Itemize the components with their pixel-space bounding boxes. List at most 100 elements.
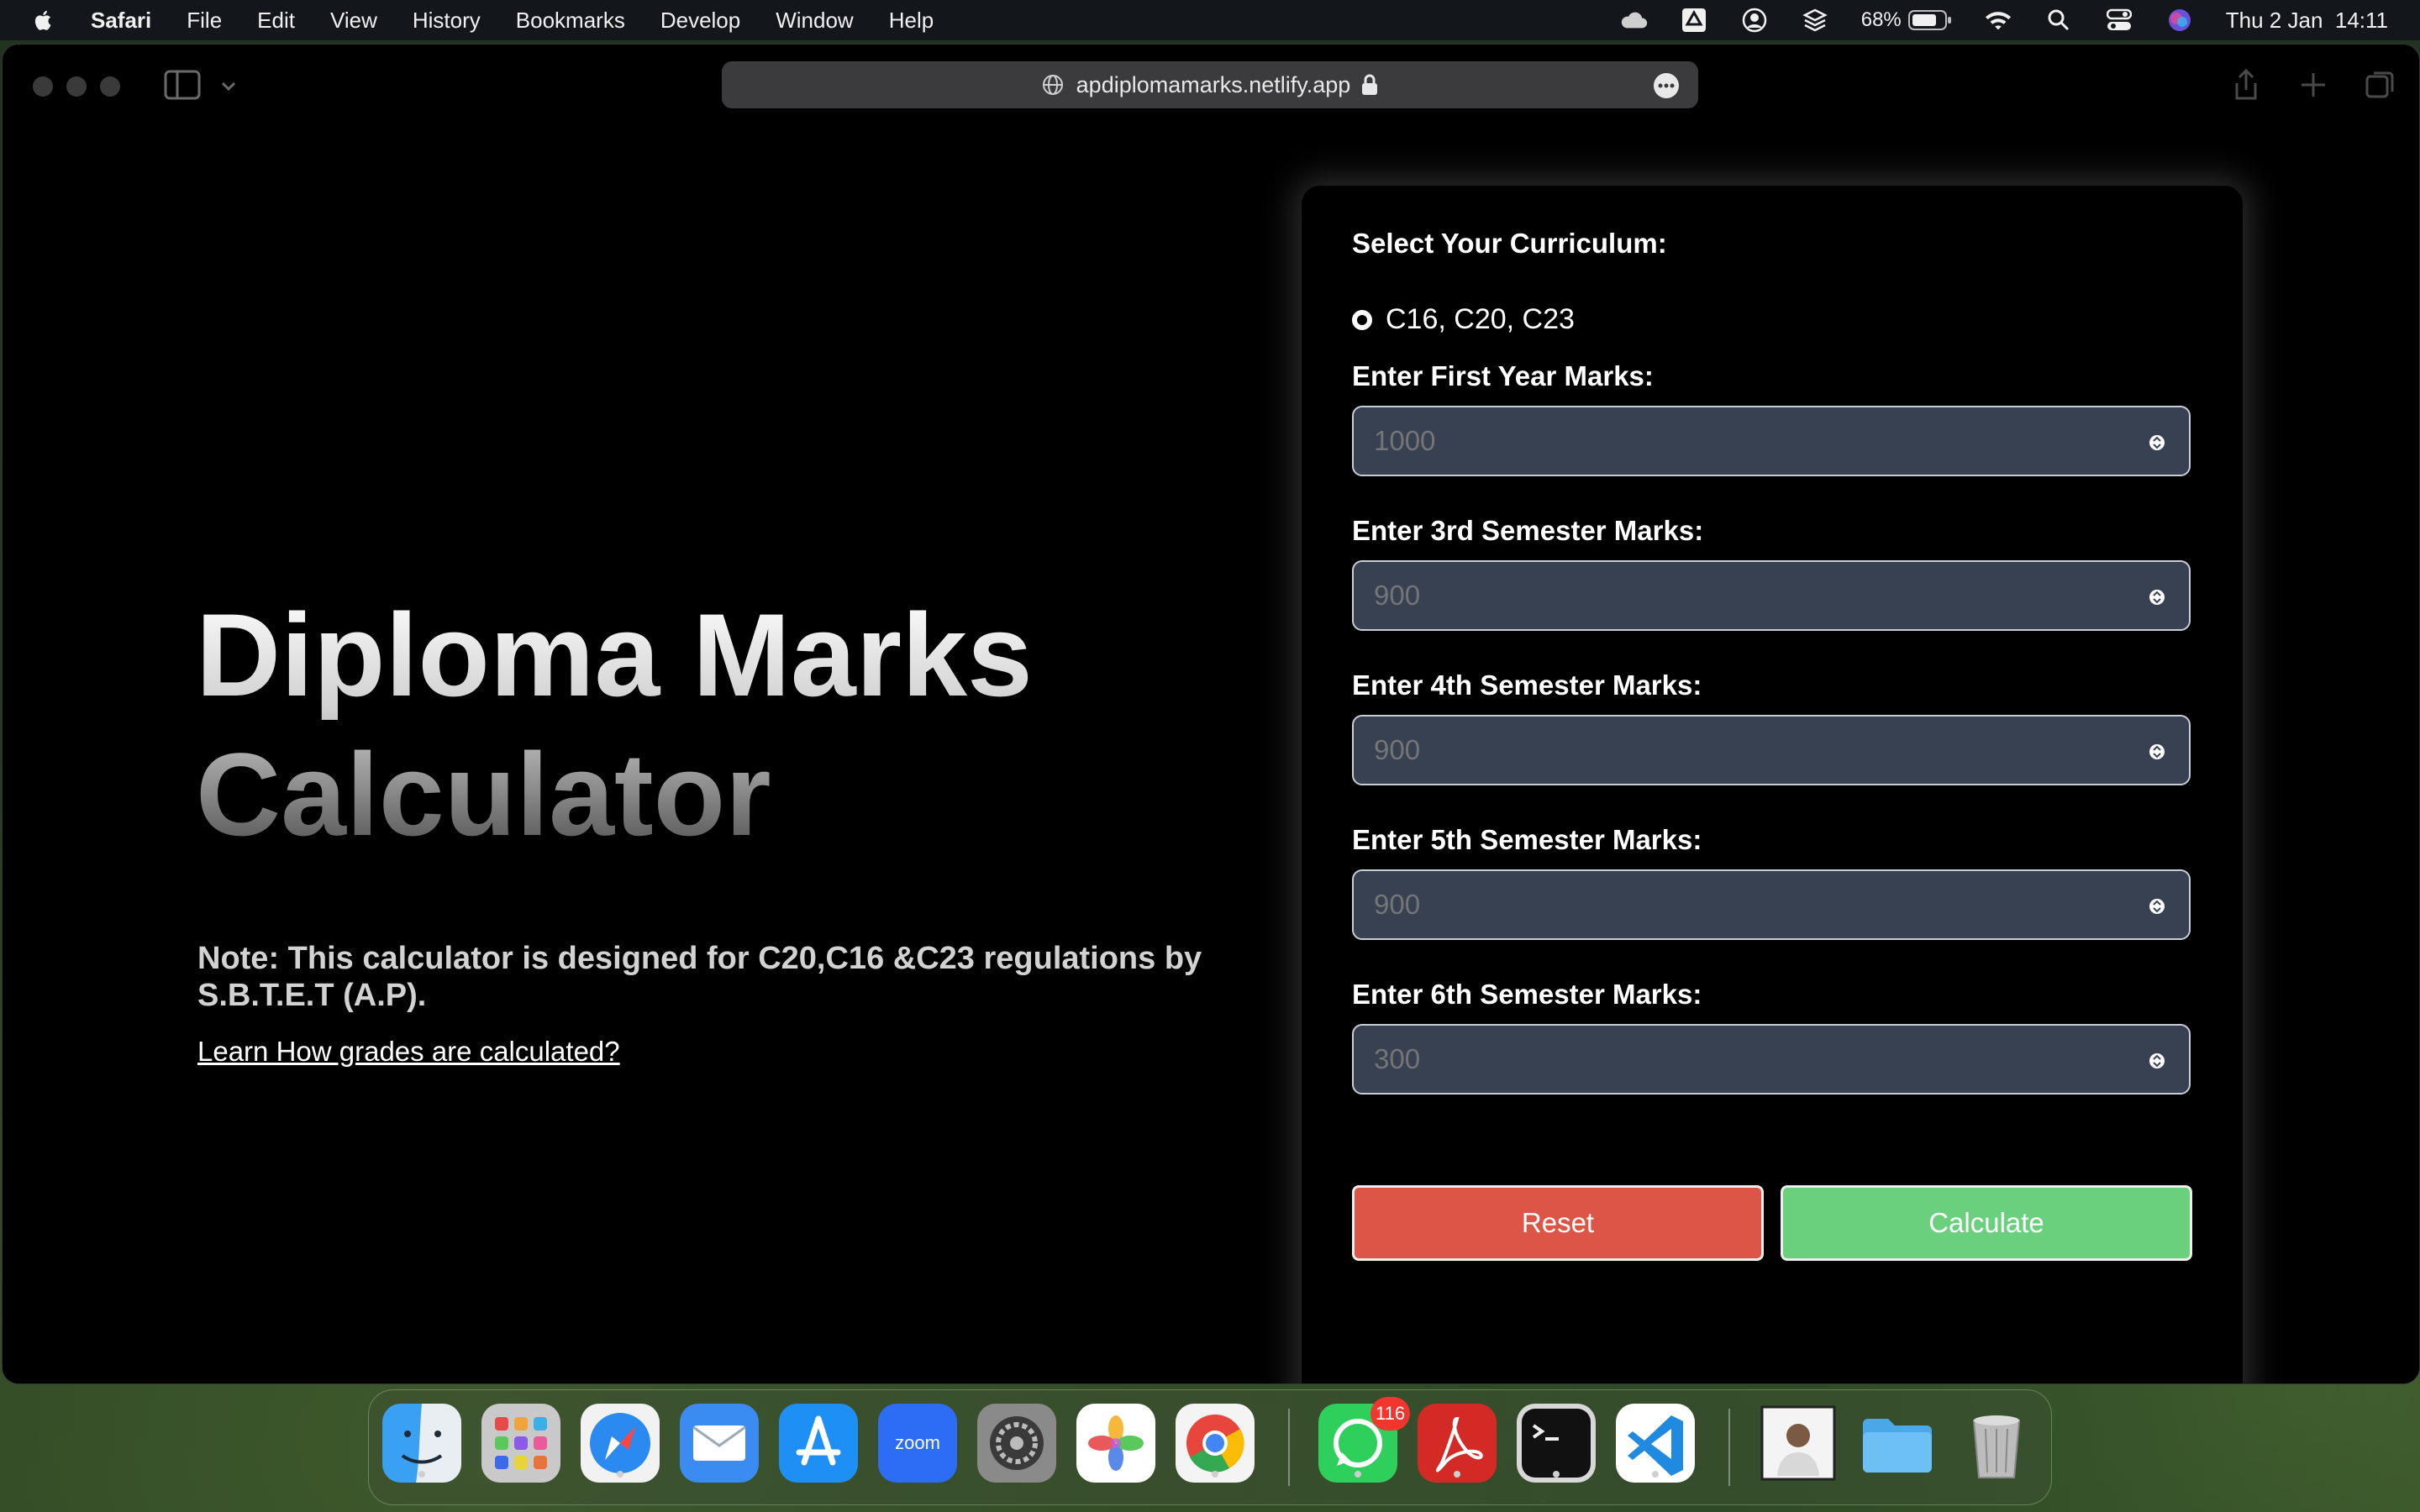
dock-photo-stack[interactable] bbox=[1759, 1404, 1838, 1483]
curriculum-radio[interactable] bbox=[1352, 309, 1372, 330]
sem5-input[interactable] bbox=[1354, 871, 2189, 938]
lock-icon bbox=[1362, 74, 1378, 95]
menu-history[interactable]: History bbox=[413, 8, 481, 34]
dock-finder[interactable] bbox=[382, 1404, 461, 1483]
sem4-field[interactable] bbox=[1352, 715, 2191, 785]
dock-mail[interactable] bbox=[680, 1404, 759, 1483]
sem4-label: Enter 4th Semester Marks: bbox=[1352, 669, 1702, 701]
sem6-input[interactable] bbox=[1354, 1026, 2189, 1093]
stepper-icon[interactable] bbox=[2149, 584, 2165, 611]
zoom-label: zoom bbox=[895, 1432, 940, 1453]
dock-zoom[interactable]: zoom bbox=[878, 1404, 957, 1483]
dock-photos[interactable] bbox=[1076, 1404, 1155, 1483]
browser-toolbar: apdiplomamarks.netlify.app bbox=[3, 45, 2419, 125]
user-account-icon[interactable] bbox=[1740, 6, 1769, 34]
first-year-input[interactable] bbox=[1354, 407, 2189, 475]
curriculum-label: Select Your Curriculum: bbox=[1352, 228, 1667, 259]
launchpad-icon bbox=[481, 1404, 560, 1483]
regulation-note: Note: This calculator is designed for C2… bbox=[197, 941, 1202, 1013]
photos-icon bbox=[1076, 1404, 1155, 1483]
address-bar[interactable]: apdiplomamarks.netlify.app bbox=[722, 61, 1698, 108]
menu-app-name[interactable]: Safari bbox=[91, 8, 151, 34]
dock-trash[interactable] bbox=[1957, 1404, 2036, 1483]
stepper-icon[interactable] bbox=[2149, 893, 2165, 920]
menu-edit[interactable]: Edit bbox=[257, 8, 295, 34]
cloud-icon[interactable] bbox=[1619, 6, 1648, 34]
battery-percentage: 68% bbox=[1860, 8, 1902, 31]
drive-icon[interactable] bbox=[1680, 6, 1708, 34]
mail-icon bbox=[680, 1404, 759, 1483]
siri-icon[interactable] bbox=[2165, 6, 2194, 34]
sem6-field[interactable] bbox=[1352, 1024, 2191, 1095]
running-indicator bbox=[418, 1471, 425, 1478]
apple-menu-icon[interactable] bbox=[30, 7, 57, 34]
gear-icon bbox=[977, 1404, 1056, 1483]
zoom-window-button[interactable] bbox=[100, 76, 120, 97]
minimize-window-button[interactable] bbox=[66, 76, 87, 97]
first-year-field[interactable] bbox=[1352, 406, 2191, 476]
running-indicator bbox=[617, 1471, 623, 1478]
stepper-icon[interactable] bbox=[2149, 429, 2165, 456]
share-icon[interactable] bbox=[2229, 68, 2263, 102]
battery-status[interactable]: 68% bbox=[1861, 8, 1952, 32]
browser-window: apdiplomamarks.netlify.app Diploma Marks… bbox=[2, 44, 2420, 1384]
menu-bookmarks[interactable]: Bookmarks bbox=[516, 8, 625, 34]
menu-view[interactable]: View bbox=[330, 8, 377, 34]
title-line-2: Calculator bbox=[196, 728, 771, 860]
url-text: apdiplomamarks.netlify.app bbox=[1076, 71, 1351, 97]
folder-icon bbox=[1863, 1419, 1932, 1473]
dock-system-settings[interactable] bbox=[977, 1404, 1056, 1483]
running-indicator bbox=[1212, 1471, 1218, 1478]
dock-acrobat[interactable] bbox=[1418, 1404, 1497, 1483]
calculate-button[interactable]: Calculate bbox=[1781, 1185, 2192, 1261]
stepper-icon[interactable] bbox=[2149, 1047, 2165, 1074]
dock-whatsapp[interactable]: 116 bbox=[1318, 1397, 1411, 1483]
spotlight-search-icon[interactable] bbox=[2044, 6, 2073, 34]
sem3-label: Enter 3rd Semester Marks: bbox=[1352, 515, 1704, 546]
control-center-icon[interactable] bbox=[2105, 6, 2133, 34]
menu-develop[interactable]: Develop bbox=[660, 8, 740, 34]
sem3-input[interactable] bbox=[1354, 562, 2189, 629]
dock-chrome[interactable] bbox=[1176, 1404, 1255, 1483]
tab-overview-icon[interactable] bbox=[2364, 68, 2397, 102]
sem4-input[interactable] bbox=[1354, 717, 2189, 784]
reset-button[interactable]: Reset bbox=[1352, 1185, 1764, 1261]
stepper-icon[interactable] bbox=[2149, 738, 2165, 765]
sem5-label: Enter 5th Semester Marks: bbox=[1352, 824, 1702, 855]
sem5-field[interactable] bbox=[1352, 869, 2191, 940]
dock-safari[interactable] bbox=[581, 1404, 660, 1483]
menu-bar: Safari File Edit View History Bookmarks … bbox=[0, 0, 2420, 40]
new-tab-icon[interactable] bbox=[2296, 68, 2330, 102]
title-line-1: Diploma Marks bbox=[196, 589, 1033, 721]
app-store-icon bbox=[779, 1404, 858, 1483]
running-indicator bbox=[1355, 1471, 1361, 1478]
globe-icon bbox=[1042, 75, 1063, 95]
dock-separator bbox=[1288, 1409, 1290, 1486]
web-page: Diploma Marks Calculator Note: This calc… bbox=[3, 125, 2419, 1383]
menu-help[interactable]: Help bbox=[889, 8, 934, 34]
page-title: Diploma Marks Calculator bbox=[196, 585, 1204, 864]
menu-clock[interactable]: Thu 2 Jan 14:11 bbox=[2226, 8, 2388, 34]
sidebar-toggle-icon[interactable] bbox=[164, 70, 201, 100]
curriculum-option[interactable]: C16, C20, C23 bbox=[1352, 303, 1575, 336]
sem3-field[interactable] bbox=[1352, 560, 2191, 631]
dock-terminal[interactable] bbox=[1517, 1404, 1596, 1483]
notification-badge: 116 bbox=[1370, 1397, 1411, 1431]
zoom-icon: zoom bbox=[878, 1404, 957, 1483]
person-photo-icon bbox=[1760, 1405, 1836, 1481]
window-controls bbox=[33, 76, 120, 97]
dock-folder[interactable] bbox=[1858, 1404, 1937, 1483]
dock-app-store[interactable] bbox=[779, 1404, 858, 1483]
chevron-down-icon[interactable] bbox=[219, 76, 238, 95]
menu-window[interactable]: Window bbox=[776, 8, 853, 34]
menu-file[interactable]: File bbox=[187, 8, 222, 34]
close-window-button[interactable] bbox=[33, 76, 53, 97]
toolbar-actions bbox=[2229, 68, 2397, 102]
dock-launchpad[interactable] bbox=[481, 1404, 560, 1483]
learn-grades-link[interactable]: Learn How grades are calculated? bbox=[197, 1036, 620, 1068]
layers-icon[interactable] bbox=[1801, 6, 1829, 34]
dock-vscode[interactable] bbox=[1616, 1404, 1695, 1483]
running-indicator bbox=[1454, 1471, 1460, 1478]
more-options-icon[interactable] bbox=[1653, 72, 1680, 99]
wifi-icon[interactable] bbox=[1984, 6, 2012, 34]
